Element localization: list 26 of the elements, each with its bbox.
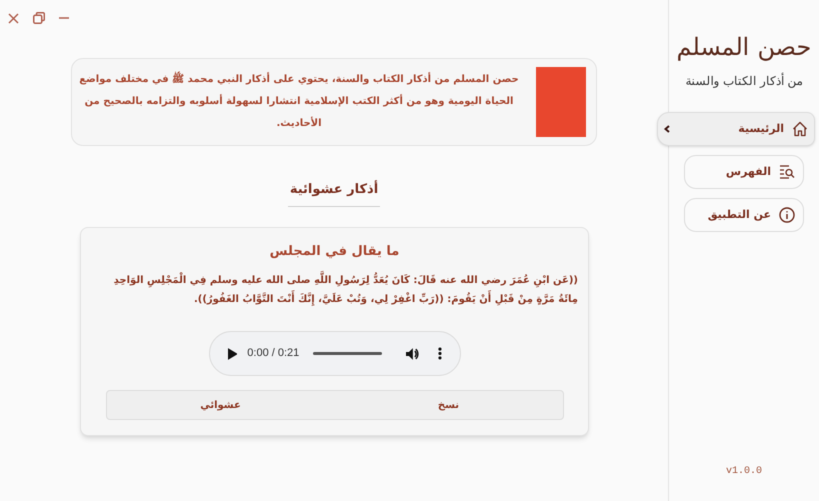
logo-subtitle: من أذكار الكتاب والسنة bbox=[685, 72, 803, 90]
intro-text: حصن المسلم من أذكار الكتاب والسنة، يحتوي على أذكار النبي محمد ﷺ في مختلف مواضع الحياة اليومية وهو من أكثر الكتب الإسلامية انتشارا لسهولة أسلوبه والتزامه بالصحيح من الأحاديث. bbox=[74, 69, 524, 135]
logo-title: حصن المسلم bbox=[676, 32, 812, 63]
audio-player[interactable]: 0:00 / 0:21 bbox=[208, 331, 460, 376]
home-icon bbox=[792, 121, 808, 137]
search-list-icon bbox=[779, 164, 795, 180]
action-button[interactable]: عشوائي bbox=[106, 391, 334, 419]
chevron-icon bbox=[664, 125, 670, 133]
minimize-icon[interactable] bbox=[59, 17, 69, 19]
play-icon[interactable] bbox=[228, 348, 238, 360]
nav-item[interactable]: عن التطبيق bbox=[684, 198, 804, 232]
section-title: أذكار عشوائية bbox=[288, 180, 380, 206]
volume-icon[interactable] bbox=[406, 348, 420, 360]
info-icon bbox=[779, 207, 795, 223]
restore-icon[interactable] bbox=[33, 12, 45, 24]
close-icon[interactable] bbox=[8, 12, 19, 24]
more-options-icon[interactable] bbox=[438, 347, 442, 360]
audio-progress-track[interactable] bbox=[313, 352, 382, 355]
action-button[interactable]: نسخ bbox=[334, 391, 562, 419]
nav-item[interactable]: الرئيسية bbox=[657, 112, 815, 146]
book-cover-image bbox=[536, 67, 586, 137]
version-label: v1.0.0 bbox=[726, 465, 762, 479]
dhikr-text: ((عَن ابْنِ عُمَرَ رضي الله عنه قَالَ: كَانَ يُعَدُّ لِرَسُولِ اللَّهِ صلى الله عليه وسلم فِي الْمَجْلِسِ الوَاحِدِ مِائَةُ مَرَّةٍ مِنْ قَبْلِ أَنْ يَقُومَ: ((رَبِّ اغْفِرْ لِي، وَتُبْ عَلَيَّ، إِنَّكَ أَنْتَ التَّوَّابُ الغَفُورُ)). bbox=[81, 271, 588, 309]
nav-item[interactable]: الفهرس bbox=[684, 155, 804, 189]
audio-time: 0:00 / 0:21 bbox=[247, 346, 300, 362]
dhikr-title: ما يقال في المجلس bbox=[270, 242, 400, 260]
